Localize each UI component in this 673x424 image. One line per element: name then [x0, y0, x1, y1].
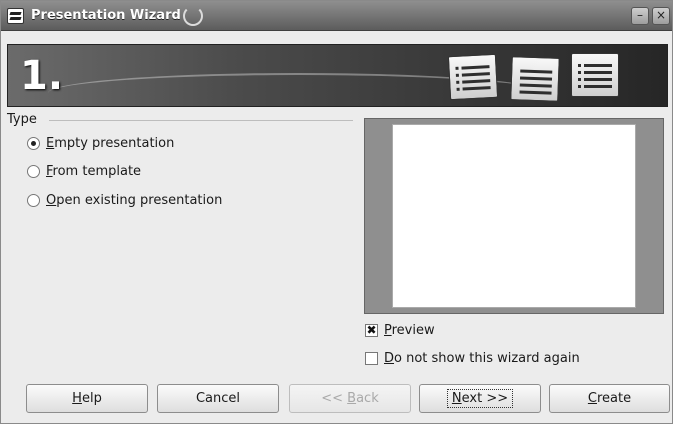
checkbox-indicator[interactable]: ✖	[365, 323, 378, 337]
radio-indicator[interactable]	[27, 193, 40, 207]
step-number: 1.	[20, 53, 64, 99]
radio-indicator[interactable]	[27, 164, 40, 178]
app-icon	[7, 8, 24, 24]
radio-from-template[interactable]: From template	[27, 161, 141, 181]
presentation-slides-icon	[447, 53, 499, 101]
swirl-icon	[183, 6, 203, 26]
create-button[interactable]: Create	[549, 384, 670, 413]
next-button[interactable]: Next >>	[419, 384, 541, 413]
window-title: Presentation Wizard	[31, 8, 181, 23]
preview-checkbox[interactable]: ✖ Preview	[365, 320, 435, 340]
help-button[interactable]: Help	[26, 384, 148, 413]
dont-show-again-checkbox[interactable]: Do not show this wizard again	[365, 348, 580, 368]
presentation-slides-icon	[510, 56, 560, 102]
radio-label: Empty presentation	[46, 135, 175, 151]
preview-slide	[392, 124, 636, 308]
radio-empty-presentation[interactable]: Empty presentation	[27, 133, 174, 153]
checkbox-label: Preview	[384, 322, 435, 338]
title-bar[interactable]: Presentation Wizard – ×	[1, 1, 672, 31]
back-button[interactable]: << Back	[289, 384, 411, 413]
radio-label: From template	[46, 163, 142, 179]
radio-open-existing[interactable]: Open existing presentation	[27, 190, 222, 210]
checkbox-indicator[interactable]	[365, 351, 378, 365]
type-group-label: Type	[7, 112, 37, 127]
radio-label: Open existing presentation	[46, 192, 223, 208]
window-close-icon[interactable]: ×	[652, 7, 670, 25]
cancel-button[interactable]: Cancel	[157, 384, 279, 413]
preview-pane	[364, 118, 664, 314]
type-group-divider	[49, 120, 353, 121]
window-minimize-icon[interactable]: –	[631, 7, 649, 25]
wizard-window: Presentation Wizard – × 1. Type Empty pr…	[0, 0, 673, 424]
checkbox-label: Do not show this wizard again	[384, 350, 580, 366]
wizard-banner: 1.	[7, 44, 668, 107]
radio-indicator[interactable]	[27, 136, 40, 150]
presentation-slides-icon	[571, 53, 619, 97]
